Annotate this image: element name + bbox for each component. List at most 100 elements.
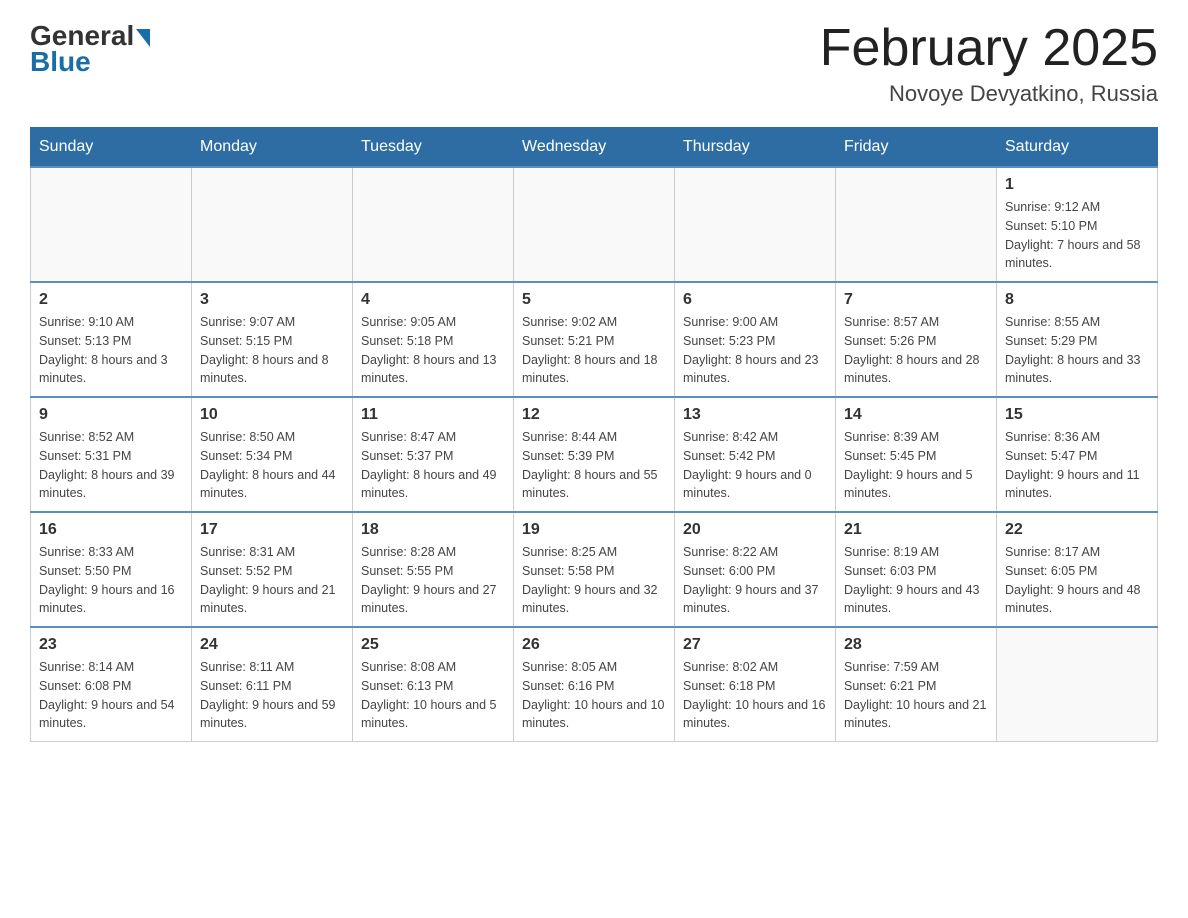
calendar-cell: 20 Sunrise: 8:22 AMSunset: 6:00 PMDayligh…: [675, 512, 836, 627]
calendar-cell: 21 Sunrise: 8:19 AMSunset: 6:03 PMDayligh…: [836, 512, 997, 627]
day-number: 20: [683, 521, 827, 539]
header-day-friday: Friday: [836, 128, 997, 168]
logo-arrow-icon: [136, 29, 150, 47]
day-info: Sunrise: 8:28 AMSunset: 5:55 PMDaylight:…: [361, 543, 505, 618]
header-day-saturday: Saturday: [997, 128, 1158, 168]
calendar-cell: [31, 167, 192, 282]
day-info: Sunrise: 9:12 AMSunset: 5:10 PMDaylight:…: [1005, 198, 1149, 273]
page-subtitle: Novoye Devyatkino, Russia: [820, 81, 1158, 107]
day-info: Sunrise: 8:50 AMSunset: 5:34 PMDaylight:…: [200, 428, 344, 503]
calendar-header: SundayMondayTuesdayWednesdayThursdayFrid…: [31, 128, 1158, 168]
day-number: 14: [844, 406, 988, 424]
page-header: General Blue February 2025 Novoye Devyat…: [30, 20, 1158, 107]
calendar-cell: 17 Sunrise: 8:31 AMSunset: 5:52 PMDayligh…: [192, 512, 353, 627]
day-info: Sunrise: 8:47 AMSunset: 5:37 PMDaylight:…: [361, 428, 505, 503]
day-info: Sunrise: 9:05 AMSunset: 5:18 PMDaylight:…: [361, 313, 505, 388]
day-number: 25: [361, 636, 505, 654]
day-info: Sunrise: 9:10 AMSunset: 5:13 PMDaylight:…: [39, 313, 183, 388]
day-number: 22: [1005, 521, 1149, 539]
week-row-5: 23 Sunrise: 8:14 AMSunset: 6:08 PMDayligh…: [31, 627, 1158, 742]
calendar-cell: 10 Sunrise: 8:50 AMSunset: 5:34 PMDayligh…: [192, 397, 353, 512]
calendar-cell: 23 Sunrise: 8:14 AMSunset: 6:08 PMDayligh…: [31, 627, 192, 742]
day-info: Sunrise: 8:25 AMSunset: 5:58 PMDaylight:…: [522, 543, 666, 618]
calendar-cell: 18 Sunrise: 8:28 AMSunset: 5:55 PMDayligh…: [353, 512, 514, 627]
calendar-cell: [675, 167, 836, 282]
calendar-cell: 11 Sunrise: 8:47 AMSunset: 5:37 PMDayligh…: [353, 397, 514, 512]
calendar-cell: 16 Sunrise: 8:33 AMSunset: 5:50 PMDayligh…: [31, 512, 192, 627]
calendar-cell: [514, 167, 675, 282]
calendar-cell: 7 Sunrise: 8:57 AMSunset: 5:26 PMDaylight…: [836, 282, 997, 397]
header-day-thursday: Thursday: [675, 128, 836, 168]
calendar-cell: 27 Sunrise: 8:02 AMSunset: 6:18 PMDayligh…: [675, 627, 836, 742]
calendar-cell: 25Sunrise: 8:08 AMSunset: 6:13 PMDayligh…: [353, 627, 514, 742]
day-number: 13: [683, 406, 827, 424]
day-number: 21: [844, 521, 988, 539]
day-info: Sunrise: 8:14 AMSunset: 6:08 PMDaylight:…: [39, 658, 183, 733]
day-number: 7: [844, 291, 988, 309]
calendar-cell: 22 Sunrise: 8:17 AMSunset: 6:05 PMDayligh…: [997, 512, 1158, 627]
day-number: 12: [522, 406, 666, 424]
day-info: Sunrise: 9:00 AMSunset: 5:23 PMDaylight:…: [683, 313, 827, 388]
day-number: 28: [844, 636, 988, 654]
calendar-cell: 15 Sunrise: 8:36 AMSunset: 5:47 PMDayligh…: [997, 397, 1158, 512]
calendar-cell: 6 Sunrise: 9:00 AMSunset: 5:23 PMDaylight…: [675, 282, 836, 397]
day-info: Sunrise: 9:02 AMSunset: 5:21 PMDaylight:…: [522, 313, 666, 388]
day-number: 18: [361, 521, 505, 539]
day-info: Sunrise: 8:36 AMSunset: 5:47 PMDaylight:…: [1005, 428, 1149, 503]
week-row-3: 9 Sunrise: 8:52 AMSunset: 5:31 PMDaylight…: [31, 397, 1158, 512]
day-info: Sunrise: 8:57 AMSunset: 5:26 PMDaylight:…: [844, 313, 988, 388]
header-day-monday: Monday: [192, 128, 353, 168]
day-number: 8: [1005, 291, 1149, 309]
day-info: Sunrise: 8:52 AMSunset: 5:31 PMDaylight:…: [39, 428, 183, 503]
day-info: Sunrise: 8:42 AMSunset: 5:42 PMDaylight:…: [683, 428, 827, 503]
calendar-cell: 2 Sunrise: 9:10 AMSunset: 5:13 PMDaylight…: [31, 282, 192, 397]
day-info: Sunrise: 8:05 AMSunset: 6:16 PMDaylight:…: [522, 658, 666, 733]
day-number: 6: [683, 291, 827, 309]
logo-blue-text: Blue: [30, 46, 91, 78]
day-info: Sunrise: 8:39 AMSunset: 5:45 PMDaylight:…: [844, 428, 988, 503]
page-title: February 2025: [820, 20, 1158, 77]
day-number: 15: [1005, 406, 1149, 424]
day-info: Sunrise: 8:02 AMSunset: 6:18 PMDaylight:…: [683, 658, 827, 733]
calendar-cell: 8 Sunrise: 8:55 AMSunset: 5:29 PMDaylight…: [997, 282, 1158, 397]
calendar-cell: 13 Sunrise: 8:42 AMSunset: 5:42 PMDayligh…: [675, 397, 836, 512]
day-number: 4: [361, 291, 505, 309]
calendar-body: 1 Sunrise: 9:12 AMSunset: 5:10 PMDaylight…: [31, 167, 1158, 742]
calendar-cell: [192, 167, 353, 282]
calendar-cell: [353, 167, 514, 282]
calendar-cell: 1 Sunrise: 9:12 AMSunset: 5:10 PMDaylight…: [997, 167, 1158, 282]
header-day-sunday: Sunday: [31, 128, 192, 168]
day-number: 9: [39, 406, 183, 424]
calendar-cell: 19 Sunrise: 8:25 AMSunset: 5:58 PMDayligh…: [514, 512, 675, 627]
day-info: Sunrise: 8:33 AMSunset: 5:50 PMDaylight:…: [39, 543, 183, 618]
calendar-cell: 9 Sunrise: 8:52 AMSunset: 5:31 PMDaylight…: [31, 397, 192, 512]
calendar-cell: 5 Sunrise: 9:02 AMSunset: 5:21 PMDaylight…: [514, 282, 675, 397]
day-info: Sunrise: 8:22 AMSunset: 6:00 PMDaylight:…: [683, 543, 827, 618]
week-row-2: 2 Sunrise: 9:10 AMSunset: 5:13 PMDaylight…: [31, 282, 1158, 397]
day-info: Sunrise: 9:07 AMSunset: 5:15 PMDaylight:…: [200, 313, 344, 388]
calendar-cell: [836, 167, 997, 282]
day-number: 10: [200, 406, 344, 424]
day-number: 19: [522, 521, 666, 539]
day-number: 24: [200, 636, 344, 654]
day-info: Sunrise: 8:31 AMSunset: 5:52 PMDaylight:…: [200, 543, 344, 618]
day-number: 11: [361, 406, 505, 424]
day-number: 17: [200, 521, 344, 539]
calendar-cell: 14 Sunrise: 8:39 AMSunset: 5:45 PMDayligh…: [836, 397, 997, 512]
day-info: Sunrise: 8:19 AMSunset: 6:03 PMDaylight:…: [844, 543, 988, 618]
day-number: 2: [39, 291, 183, 309]
logo: General Blue: [30, 20, 150, 78]
day-info: Sunrise: 8:55 AMSunset: 5:29 PMDaylight:…: [1005, 313, 1149, 388]
day-number: 16: [39, 521, 183, 539]
day-number: 3: [200, 291, 344, 309]
day-number: 23: [39, 636, 183, 654]
header-day-tuesday: Tuesday: [353, 128, 514, 168]
day-number: 5: [522, 291, 666, 309]
day-info: Sunrise: 8:44 AMSunset: 5:39 PMDaylight:…: [522, 428, 666, 503]
header-day-wednesday: Wednesday: [514, 128, 675, 168]
calendar-cell: 3 Sunrise: 9:07 AMSunset: 5:15 PMDaylight…: [192, 282, 353, 397]
day-info: Sunrise: 7:59 AMSunset: 6:21 PMDaylight:…: [844, 658, 988, 733]
day-number: 27: [683, 636, 827, 654]
day-number: 1: [1005, 176, 1149, 194]
day-info: Sunrise: 8:17 AMSunset: 6:05 PMDaylight:…: [1005, 543, 1149, 618]
